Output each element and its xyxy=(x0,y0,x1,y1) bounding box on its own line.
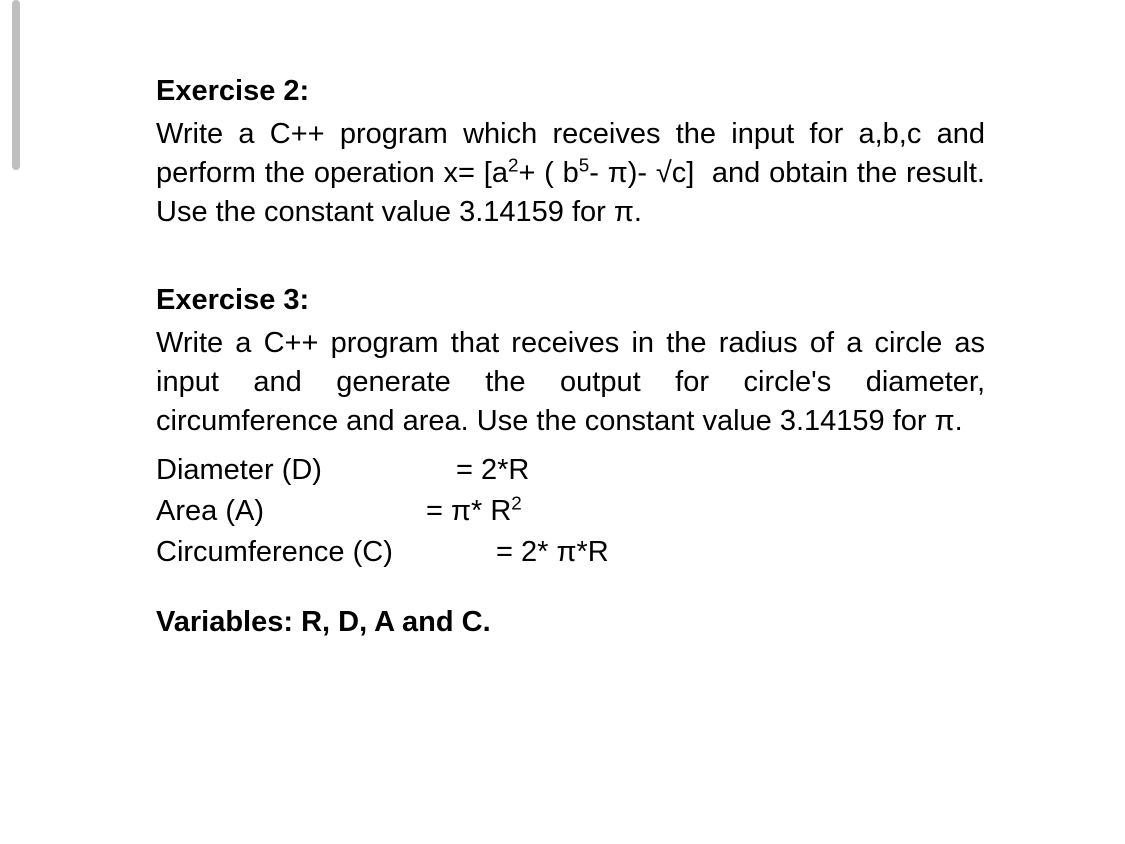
exercise-2-title: Exercise 2: xyxy=(156,72,985,111)
formula-row: Diameter (D) = 2*R xyxy=(156,451,985,490)
formula-row: Area (A) = π* R2 xyxy=(156,492,985,531)
variables-line: Variables: R, D, A and C. xyxy=(156,603,985,642)
formulas-block: Diameter (D) = 2*R Area (A) = π* R2 Circ… xyxy=(156,451,985,572)
exercise-3-body: Write a C++ program that receives in the… xyxy=(156,324,985,441)
formula-value-area: = π* R2 xyxy=(426,492,985,531)
formula-label-area: Area (A) xyxy=(156,492,426,531)
exercise-3-title: Exercise 3: xyxy=(156,281,985,320)
exercise-2-body: Write a C++ program which receives the i… xyxy=(156,115,985,232)
formula-row: Circumference (C) = 2* π*R xyxy=(156,533,985,572)
scroll-indicator[interactable] xyxy=(12,0,20,170)
formula-value-circumference: = 2* π*R xyxy=(496,533,985,572)
formula-label-diameter: Diameter (D) xyxy=(156,451,456,490)
formula-value-diameter: = 2*R xyxy=(456,451,985,490)
formula-label-circumference: Circumference (C) xyxy=(156,533,496,572)
